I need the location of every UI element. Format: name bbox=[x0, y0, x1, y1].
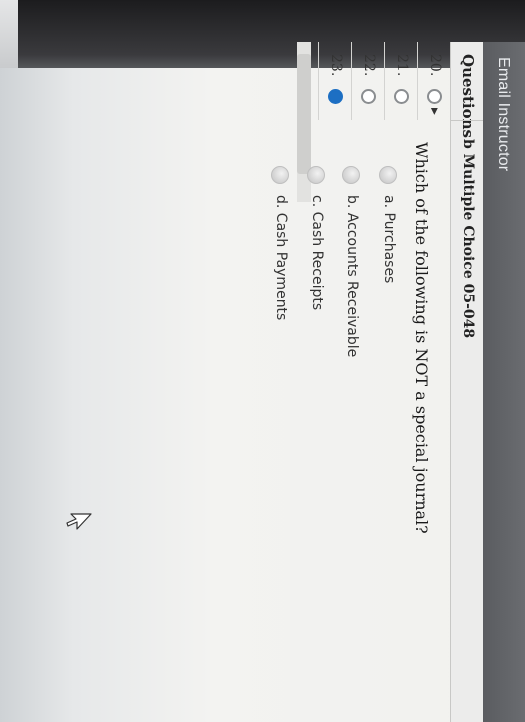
questions-header: Questions bbox=[459, 54, 477, 138]
problem-title: b Multiple Choice 05-048 bbox=[460, 139, 476, 339]
status-circle-icon bbox=[394, 89, 409, 104]
radio-button-icon[interactable] bbox=[379, 166, 397, 184]
column-headers: Questions b Multiple Choice 05-048 bbox=[450, 42, 483, 722]
question-number: 21. bbox=[394, 54, 410, 77]
screen-content: Email Instructor Questions b Multiple Ch… bbox=[0, 42, 525, 722]
question-number: 20. bbox=[427, 54, 443, 77]
scrollbar-thumb[interactable] bbox=[297, 54, 311, 174]
question-list: 20. ▶ 21. 22. 23. bbox=[318, 42, 451, 120]
question-number: 22. bbox=[361, 54, 377, 77]
header-bar: Email Instructor bbox=[483, 42, 525, 722]
email-instructor-link[interactable]: Email Instructor bbox=[494, 57, 512, 171]
choice-label: b. Accounts Receivable bbox=[344, 195, 360, 358]
main-content: Questions b Multiple Choice 05-048 20. ▶… bbox=[0, 42, 483, 722]
status-circle-icon bbox=[361, 89, 376, 104]
mouse-cursor-icon bbox=[66, 513, 92, 530]
question-number: 23. bbox=[328, 54, 344, 77]
choice-label: a. Purchases bbox=[381, 195, 397, 284]
radio-button-icon[interactable] bbox=[271, 166, 289, 184]
choice-label: c. Cash Receipts bbox=[309, 195, 325, 311]
question-item-23[interactable]: 23. bbox=[318, 42, 352, 120]
radio-button-icon[interactable] bbox=[342, 166, 360, 184]
question-prompt: Which of the following is NOT a special … bbox=[412, 142, 431, 534]
radio-button-icon[interactable] bbox=[307, 166, 325, 184]
question-item-21[interactable]: 21. bbox=[384, 42, 418, 120]
column-divider bbox=[451, 120, 483, 121]
question-item-22[interactable]: 22. bbox=[351, 42, 385, 120]
choice-label: d. Cash Payments bbox=[273, 195, 289, 321]
status-circle-icon bbox=[427, 89, 442, 104]
status-circle-answered-icon bbox=[328, 89, 343, 104]
question-item-20[interactable]: 20. ▶ bbox=[417, 42, 451, 120]
current-question-arrow-icon: ▶ bbox=[430, 108, 440, 115]
